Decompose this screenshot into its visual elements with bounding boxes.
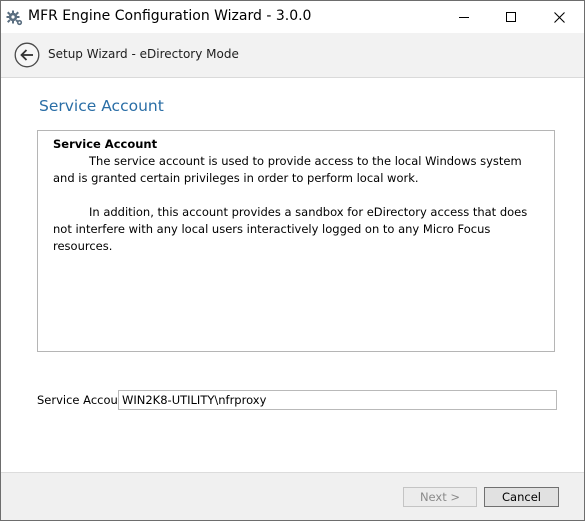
maximize-button[interactable] — [488, 1, 534, 33]
back-button[interactable] — [14, 42, 40, 68]
next-button[interactable]: Next > — [403, 487, 477, 507]
wizard-window: MFR Engine Configuration Wizard - 3.0.0 — [0, 0, 585, 521]
wizard-footer: Next > Cancel — [1, 472, 584, 520]
close-button[interactable] — [536, 1, 582, 33]
description-panel: Service Account The service account is u… — [37, 130, 555, 352]
nav-title: Setup Wizard - eDirectory Mode — [48, 47, 239, 61]
description-paragraph: The service account is used to provide a… — [53, 154, 522, 185]
description-heading: Service Account — [53, 137, 158, 151]
close-icon — [553, 11, 565, 23]
back-arrow-icon — [14, 42, 40, 68]
cancel-button[interactable]: Cancel — [484, 487, 559, 507]
wizard-nav-bar: Setup Wizard - eDirectory Mode — [1, 33, 584, 78]
minimize-button[interactable] — [441, 1, 487, 33]
minimize-icon — [459, 17, 469, 18]
description-paragraph: In addition, this account provides a san… — [53, 205, 528, 253]
maximize-icon — [506, 12, 516, 22]
page-title: Service Account — [39, 97, 164, 115]
service-account-input[interactable] — [118, 390, 557, 410]
title-bar: MFR Engine Configuration Wizard - 3.0.0 — [1, 1, 584, 33]
window-title: MFR Engine Configuration Wizard - 3.0.0 — [28, 8, 312, 24]
service-account-label: Service Account — [37, 393, 130, 407]
gear-icon — [6, 9, 24, 27]
